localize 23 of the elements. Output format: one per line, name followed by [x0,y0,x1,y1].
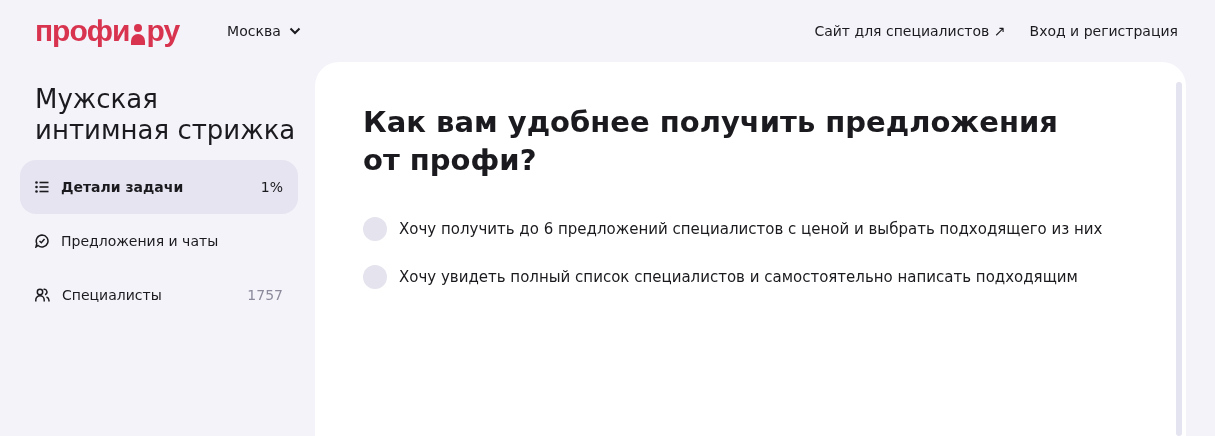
list-icon [35,181,49,194]
logo-figure-icon [131,23,146,45]
people-icon [35,288,50,303]
header-link[interactable]: Сайт для специалистов ↗ [814,20,1006,42]
sidebar-item[interactable]: Детали задачи 1% [20,160,298,215]
radio-button [363,217,387,242]
task-title: Мужская интимная стрижка [34,84,297,147]
sidebar-item[interactable]: Предложения и чаты [20,214,298,269]
scrollbar[interactable] [1176,82,1182,436]
header-link[interactable]: Вход и регистрация [1029,20,1178,42]
logo[interactable]: профи ру [35,16,180,46]
question-title: Как вам удобнее получить предложения от профи? [363,104,1059,179]
item-count: 1% [260,177,283,197]
logo-text: профи [35,16,130,46]
sidebar-item[interactable]: Специалисты 1757 [20,268,298,323]
item-count: 1757 [247,285,283,305]
city-dropdown[interactable]: Москва [227,20,301,42]
radio-button [363,265,387,290]
logo-text: ру [146,16,180,46]
radio-option[interactable]: Хочу увидеть полный список специалистов и самостоятельно написать подходящим [363,253,1138,302]
radio-option[interactable]: Хочу получить до 6 предложений специалистов с ценой и выбрать подходящего из них [363,205,1138,254]
chat-check-icon [35,234,49,249]
chevron-down-icon [288,27,301,35]
